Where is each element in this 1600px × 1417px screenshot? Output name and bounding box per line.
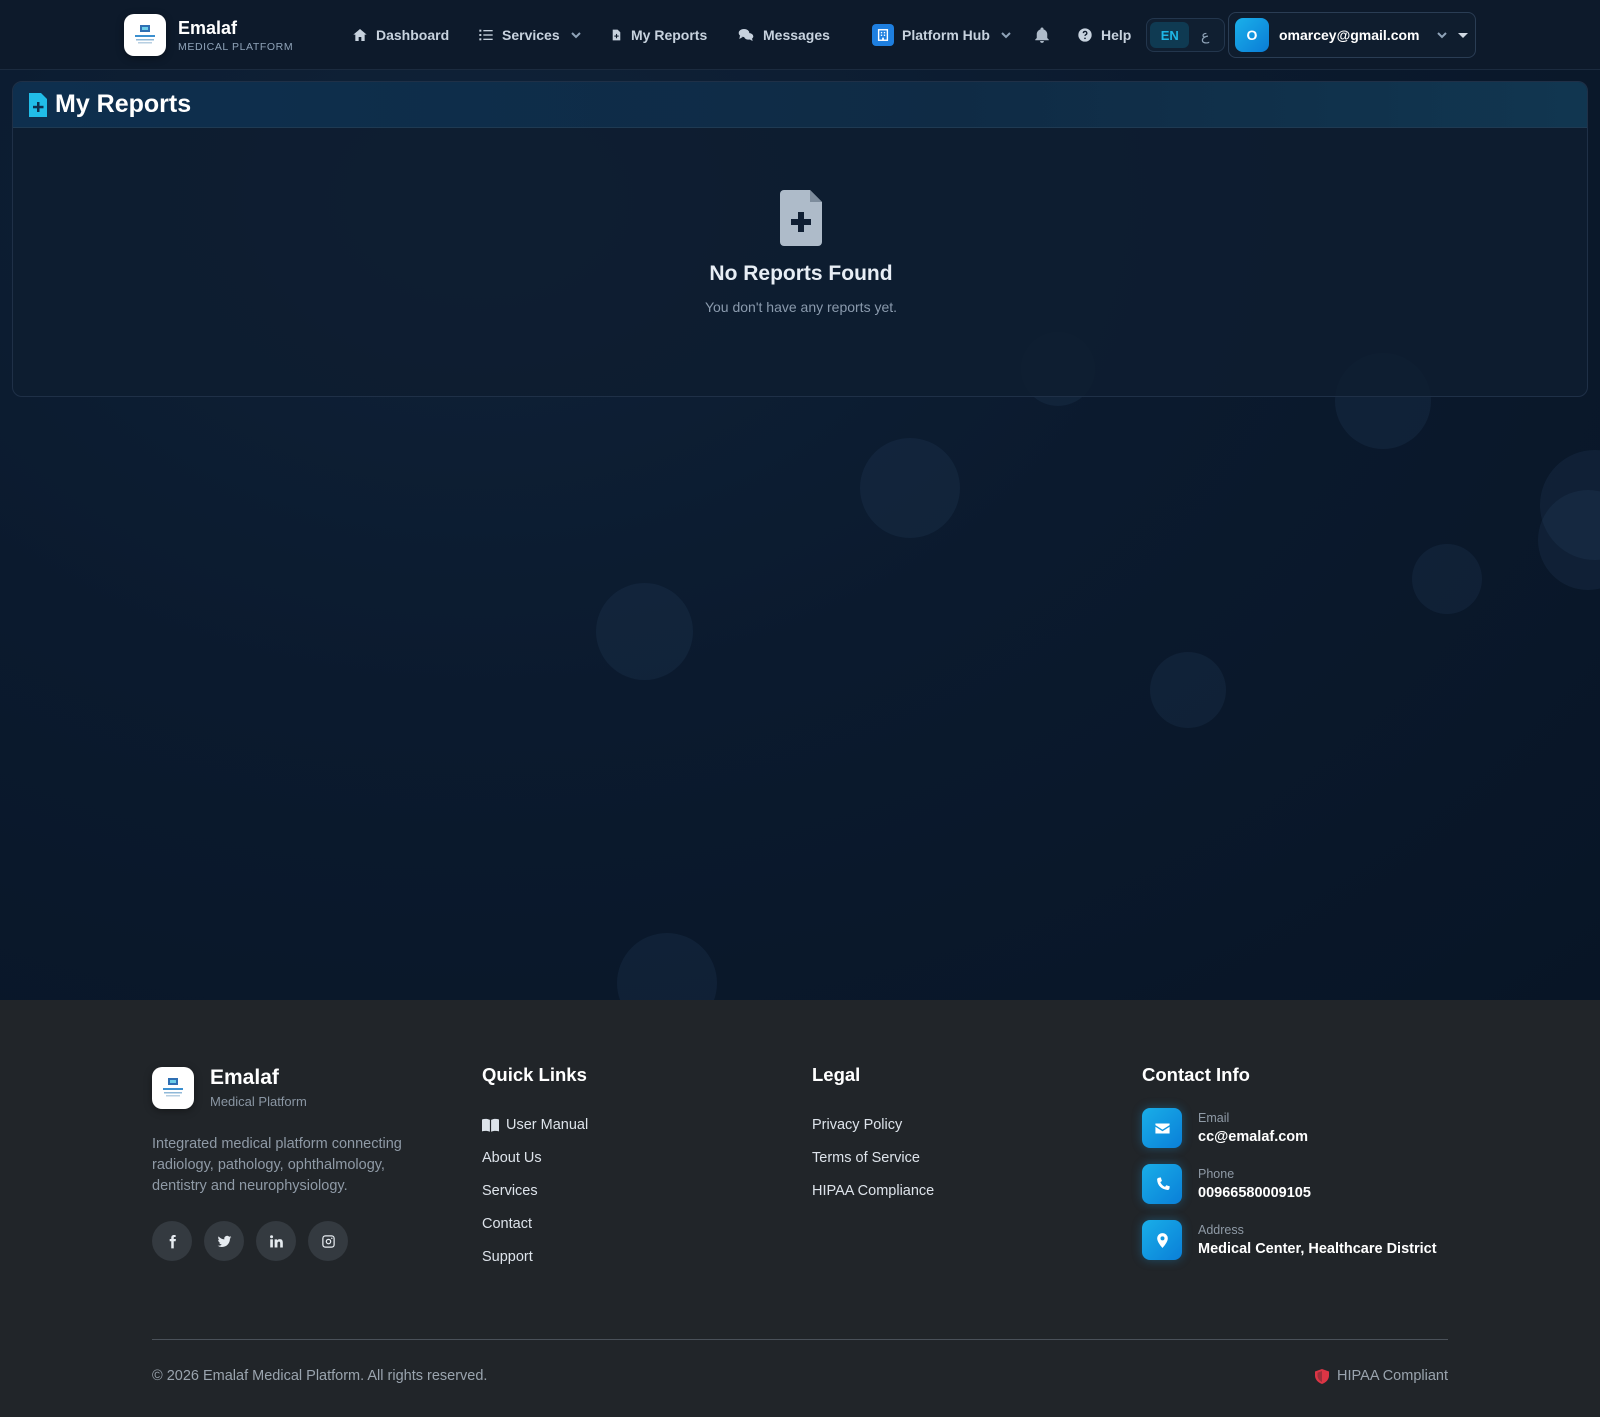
brand-name: Emalaf [178, 17, 238, 38]
hipaa-label: HIPAA Compliant [1337, 1368, 1448, 1384]
footer-link-hipaa-compliance[interactable]: HIPAA Compliance [812, 1174, 934, 1207]
contact-title: Contact Info [1142, 1064, 1250, 1085]
footer: Emalaf Medical Platform Integrated medic… [0, 1000, 1600, 1417]
nav-dashboard[interactable]: Dashboard [352, 24, 449, 46]
comments-icon [738, 29, 754, 41]
contact-phone-value[interactable]: 00966580009105 [1198, 1185, 1311, 1201]
footer-brand-subtitle: Medical Platform [210, 1094, 307, 1109]
footer-link-terms-of-service[interactable]: Terms of Service [812, 1141, 934, 1174]
nav-platform-hub[interactable]: Platform Hub [872, 24, 1012, 46]
notifications-bell-icon[interactable] [1033, 26, 1051, 44]
nav-messages-label: Messages [763, 27, 830, 43]
empty-state-subtitle: You don't have any reports yet. [704, 299, 898, 315]
shield-icon [1315, 1368, 1330, 1384]
contact-phone: Phone 00966580009105 [1142, 1164, 1437, 1204]
contact-column: Contact Info Email cc@emalaf.com Phone 0… [1142, 1064, 1437, 1276]
user-menu[interactable]: O omarcey@gmail.com [1228, 12, 1476, 58]
nav-services-label: Services [502, 27, 560, 43]
legal-title: Legal [812, 1064, 861, 1085]
legal-column: Legal Privacy Policy Terms of Service HI… [812, 1064, 934, 1207]
empty-state: No Reports Found You don't have any repo… [13, 190, 1587, 315]
brand-subtitle: MEDICAL PLATFORM [178, 40, 294, 53]
contact-address-label: Address [1198, 1223, 1244, 1237]
nav-services[interactable]: Services [478, 24, 582, 46]
footer-link-user-manual[interactable]: User Manual [482, 1108, 588, 1141]
decorative-bubble [1412, 544, 1482, 614]
twitter-icon[interactable] [204, 1221, 244, 1261]
reports-card: My Reports No Reports Found You don't ha… [12, 81, 1588, 397]
linkedin-icon[interactable] [256, 1221, 296, 1261]
hipaa-badge: HIPAA Compliant [1315, 1368, 1448, 1384]
file-medical-icon [29, 92, 47, 117]
quick-links-column: Quick Links User Manual About Us Service… [482, 1064, 588, 1273]
language-switcher: EN ع [1146, 18, 1225, 52]
footer-divider [152, 1339, 1448, 1340]
top-navbar: Emalaf MEDICAL PLATFORM Dashboard Servic… [0, 0, 1600, 70]
footer-link-services[interactable]: Services [482, 1174, 588, 1207]
footer-link-support[interactable]: Support [482, 1240, 588, 1273]
help-circle-icon [1078, 28, 1092, 42]
logo-icon [124, 14, 166, 56]
contact-address-value: Medical Center, Healthcare District [1198, 1241, 1437, 1257]
lang-ar-button[interactable]: ع [1189, 22, 1221, 48]
copyright: © 2026 Emalaf Medical Platform. All righ… [152, 1368, 488, 1384]
nav-my-reports[interactable]: My Reports [610, 24, 707, 46]
avatar: O [1235, 18, 1269, 52]
book-open-icon [482, 1118, 499, 1132]
page-title: My Reports [55, 90, 192, 118]
footer-link-about-us[interactable]: About Us [482, 1141, 588, 1174]
footer-link-privacy-policy[interactable]: Privacy Policy [812, 1108, 934, 1141]
card-header: My Reports [13, 82, 1587, 128]
nav-help[interactable]: Help [1077, 24, 1131, 46]
phone-icon [1142, 1164, 1182, 1204]
instagram-icon[interactable] [308, 1221, 348, 1261]
decorative-bubble [1150, 652, 1226, 728]
contact-phone-label: Phone [1198, 1167, 1235, 1181]
decorative-bubble [860, 438, 960, 538]
home-icon [353, 29, 367, 41]
footer-brand[interactable]: Emalaf Medical Platform [152, 1066, 307, 1109]
nav-dashboard-label: Dashboard [376, 27, 450, 43]
chevron-down-icon [1001, 32, 1011, 39]
lang-en-button[interactable]: EN [1150, 22, 1190, 48]
empty-state-title: No Reports Found [709, 262, 893, 285]
list-icon [479, 29, 493, 41]
contact-email: Email cc@emalaf.com [1142, 1108, 1437, 1148]
nav-messages[interactable]: Messages [737, 24, 830, 46]
contact-address: Address Medical Center, Healthcare Distr… [1142, 1220, 1437, 1260]
building-icon [872, 24, 894, 46]
chevron-down-icon [1436, 32, 1447, 39]
contact-email-value[interactable]: cc@emalaf.com [1198, 1129, 1308, 1145]
footer-brand-name: Emalaf [210, 1066, 279, 1089]
decorative-bubble [596, 583, 693, 680]
chevron-down-icon [570, 32, 581, 39]
map-pin-icon [1142, 1220, 1182, 1260]
logo-icon [152, 1066, 194, 1109]
quick-links-title: Quick Links [482, 1064, 587, 1085]
footer-link-label: User Manual [506, 1116, 589, 1133]
nav-platform-hub-label: Platform Hub [902, 27, 990, 43]
file-medical-icon [780, 190, 822, 246]
user-email: omarcey@gmail.com [1279, 27, 1420, 43]
facebook-icon[interactable] [152, 1221, 192, 1261]
file-medical-icon [612, 29, 621, 41]
footer-description: Integrated medical platform connecting r… [152, 1136, 402, 1194]
footer-link-contact[interactable]: Contact [482, 1207, 588, 1240]
caret-down-icon [1457, 32, 1468, 38]
decorative-bubble [617, 933, 717, 1000]
envelope-icon [1142, 1108, 1182, 1148]
nav-help-label: Help [1101, 27, 1132, 43]
nav-my-reports-label: My Reports [631, 27, 708, 43]
contact-email-label: Email [1198, 1111, 1230, 1125]
brand[interactable]: Emalaf MEDICAL PLATFORM [124, 14, 293, 56]
social-links [152, 1221, 348, 1261]
